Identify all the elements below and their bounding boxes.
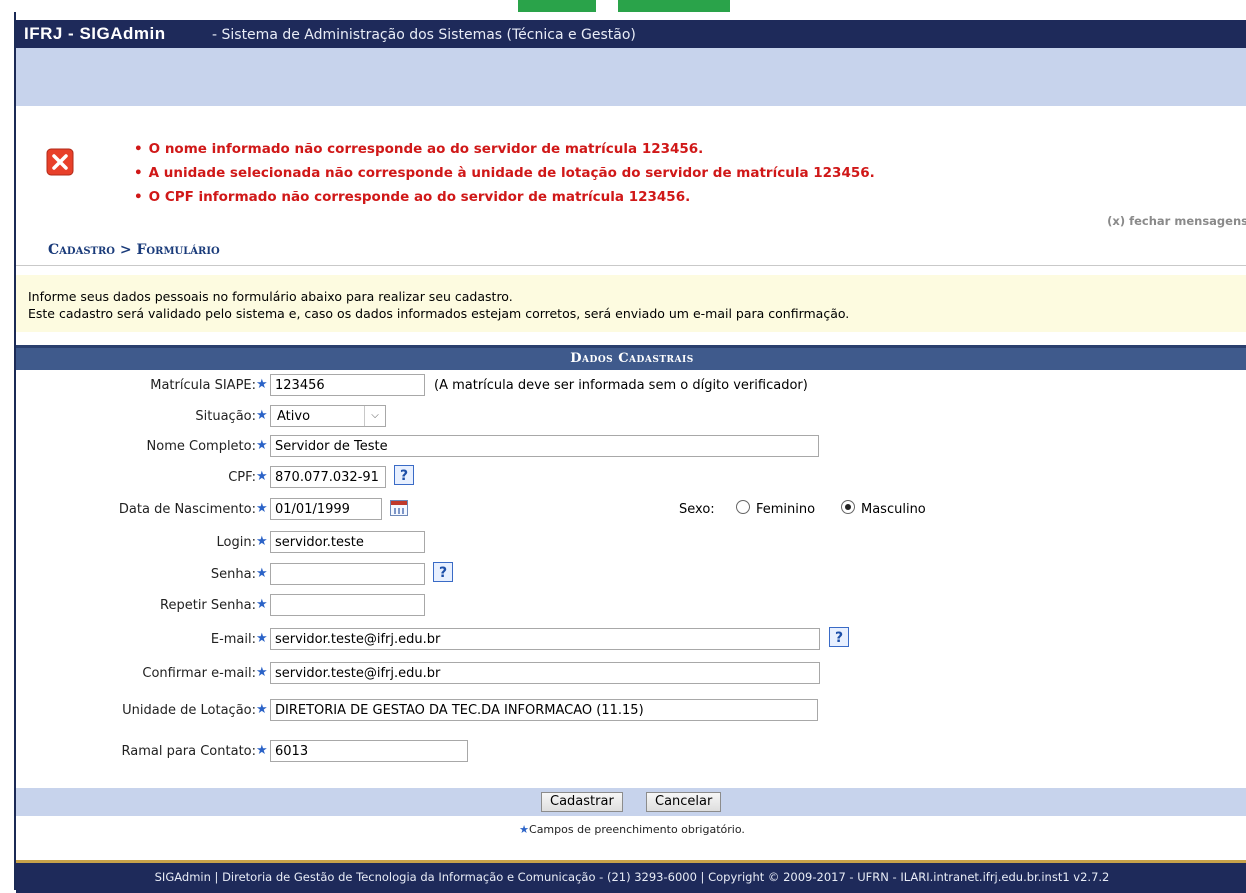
required-icon: ★ <box>256 534 268 549</box>
login-label: Login: <box>216 535 256 550</box>
matricula-input[interactable] <box>270 374 425 396</box>
required-icon: ★ <box>256 743 268 758</box>
row-situacao: Situação: ★ Ativo ⌵ <box>16 403 1246 431</box>
confirmar-email-label: Confirmar e-mail: <box>142 666 256 681</box>
row-ramal: Ramal para Contato: ★ <box>16 738 1246 766</box>
repetir-senha-input[interactable] <box>270 594 425 616</box>
required-icon: ★ <box>256 597 268 612</box>
chevron-down-icon: ⌵ <box>364 406 385 426</box>
required-icon: ★ <box>256 377 268 392</box>
required-icon: ★ <box>256 631 268 646</box>
info-box: Informe seus dados pessoais no formulári… <box>16 275 1246 332</box>
title-bar: IFRJ - SIGAdmin - Sistema de Administraç… <box>16 20 1246 48</box>
info-line: Informe seus dados pessoais no formulári… <box>28 289 513 304</box>
top-strip-accent <box>518 0 596 12</box>
required-icon: ★ <box>519 823 530 836</box>
email-label: E-mail: <box>210 632 256 647</box>
required-note-text: Campos de preenchimento obrigatório. <box>529 823 745 836</box>
help-icon[interactable]: ? <box>829 627 849 647</box>
matricula-label: Matrícula SIAPE: <box>150 378 256 393</box>
confirmar-email-input[interactable] <box>270 662 820 684</box>
calendar-icon[interactable] <box>390 500 408 516</box>
required-note: ★Campos de preenchimento obrigatório. <box>16 823 1246 836</box>
registration-form: Matrícula SIAPE: ★ (A matrícula deve ser… <box>16 370 1246 789</box>
cpf-input[interactable] <box>270 466 386 488</box>
breadcrumb-text: Cadastro > Formulário <box>48 242 220 258</box>
info-line: Este cadastro será validado pelo sistema… <box>28 306 850 321</box>
breadcrumb: Cadastro > Formulário <box>16 232 1246 266</box>
top-strip-accent <box>618 0 730 12</box>
repetir-senha-label: Repetir Senha: <box>160 598 256 613</box>
help-icon[interactable]: ? <box>433 562 453 582</box>
required-icon: ★ <box>256 702 268 717</box>
senha-label: Senha: <box>210 567 256 582</box>
menu-band <box>16 48 1246 106</box>
nascimento-input[interactable] <box>270 498 382 520</box>
form-actions: Cadastrar Cancelar <box>16 788 1246 816</box>
sexo-feminino-label: Feminino <box>756 502 816 517</box>
situacao-select[interactable]: Ativo ⌵ <box>270 405 386 427</box>
row-unidade: Unidade de Lotação: ★ <box>16 697 1246 725</box>
row-login: Login: ★ <box>16 529 1246 557</box>
cpf-label: CPF: <box>228 470 256 485</box>
situacao-label: Situação: <box>195 409 256 424</box>
row-email: E-mail: ★ ? <box>16 626 1246 654</box>
row-matricula: Matrícula SIAPE: ★ (A matrícula deve ser… <box>16 372 1246 400</box>
system-description: - Sistema de Administração dos Sistemas … <box>212 27 636 43</box>
sexo-masculino-radio[interactable] <box>841 500 855 514</box>
form-section-title: Dados Cadastrais <box>16 345 1246 370</box>
required-icon: ★ <box>256 438 268 453</box>
cadastrar-button[interactable]: Cadastrar <box>541 792 623 812</box>
required-icon: ★ <box>256 408 268 423</box>
login-input[interactable] <box>270 531 425 553</box>
ramal-input[interactable] <box>270 740 468 762</box>
unidade-label: Unidade de Lotação: <box>122 703 256 718</box>
matricula-note: (A matrícula deve ser informada sem o dí… <box>434 378 808 393</box>
close-messages-link[interactable]: (x) fechar mensagens <box>1107 214 1246 228</box>
ramal-label: Ramal para Contato: <box>121 744 256 759</box>
error-item: O nome informado não corresponde ao do s… <box>134 138 875 162</box>
footer: SIGAdmin | Diretoria de Gestão de Tecnol… <box>16 860 1246 893</box>
cancelar-button[interactable]: Cancelar <box>646 792 722 812</box>
sexo-label: Sexo: <box>679 502 715 517</box>
row-confirmar-email: Confirmar e-mail: ★ <box>16 660 1246 688</box>
row-cpf: CPF: ★ ? <box>16 464 1246 492</box>
sexo-masculino-label: Masculino <box>861 502 926 517</box>
required-icon: ★ <box>256 469 268 484</box>
help-icon[interactable]: ? <box>394 465 414 485</box>
required-icon: ★ <box>256 566 268 581</box>
email-input[interactable] <box>270 628 820 650</box>
error-x-icon <box>46 148 74 176</box>
row-repetir-senha: Repetir Senha: ★ <box>16 592 1246 620</box>
error-item: O CPF informado não corresponde ao do se… <box>134 186 875 210</box>
nome-input[interactable] <box>270 435 819 457</box>
top-strip <box>0 0 1246 12</box>
situacao-value: Ativo <box>277 409 311 424</box>
sexo-feminino-radio[interactable] <box>736 500 750 514</box>
required-icon: ★ <box>256 665 268 680</box>
required-icon: ★ <box>256 501 268 516</box>
error-messages: O nome informado não corresponde ao do s… <box>16 106 1246 232</box>
app-window: IFRJ - SIGAdmin - Sistema de Administraç… <box>14 12 1246 893</box>
error-list: O nome informado não corresponde ao do s… <box>134 138 875 210</box>
nascimento-label: Data de Nascimento: <box>118 502 256 517</box>
nome-label: Nome Completo: <box>146 439 256 454</box>
system-name: IFRJ - SIGAdmin <box>24 24 166 43</box>
row-nascimento: Data de Nascimento: ★ Sexo: Feminino Mas… <box>16 496 1246 524</box>
row-senha: Senha: ★ ? <box>16 561 1246 589</box>
unidade-input[interactable] <box>270 699 818 721</box>
error-item: A unidade selecionada não corresponde à … <box>134 162 875 186</box>
row-nome: Nome Completo: ★ <box>16 433 1246 461</box>
senha-input[interactable] <box>270 563 425 585</box>
